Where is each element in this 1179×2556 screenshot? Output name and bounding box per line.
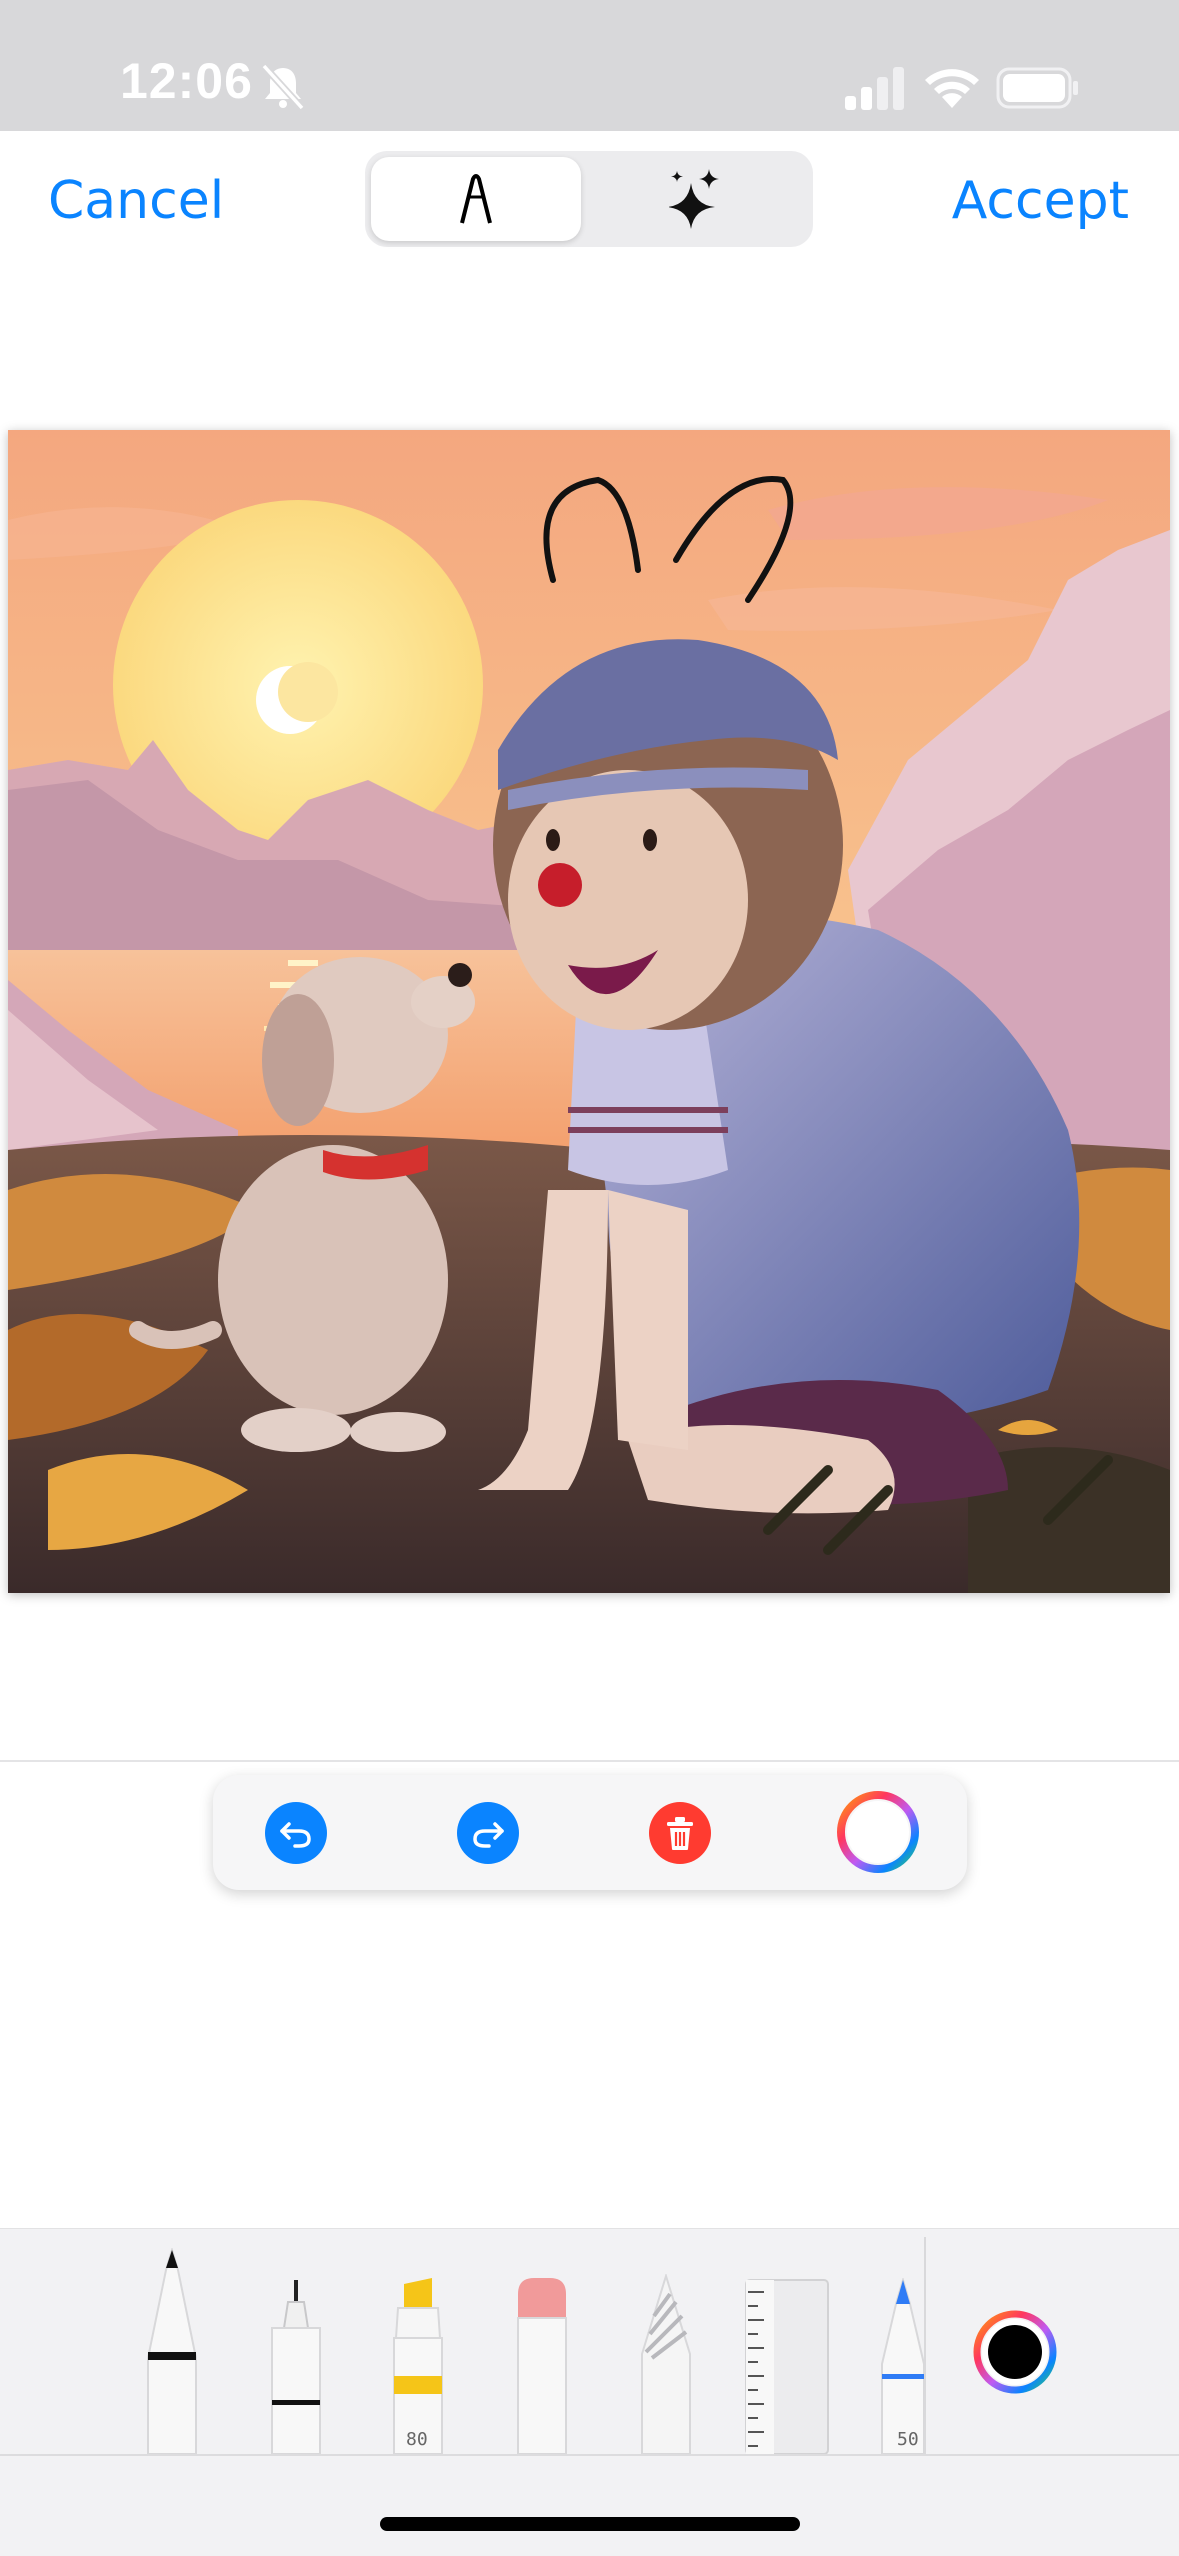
pen-width-label: 50 xyxy=(897,2429,919,2450)
undo-button[interactable] xyxy=(265,1802,327,1864)
tool-palette: 80 50 xyxy=(0,2228,1179,2455)
canvas-divider xyxy=(0,1760,1179,1762)
blue-pen-tool-icon[interactable] xyxy=(880,2278,926,2454)
bell-slash-icon xyxy=(261,63,305,111)
color-ring-icon[interactable] xyxy=(835,1789,921,1875)
status-time: 12:06 xyxy=(120,53,253,109)
delete-button[interactable] xyxy=(649,1802,711,1864)
lasso-tool-icon[interactable] xyxy=(636,2274,696,2454)
photo-canvas[interactable] xyxy=(8,430,1170,1593)
redo-icon xyxy=(473,1822,504,1848)
highlighter-width-label: 80 xyxy=(406,2429,428,2450)
highlighter-tool-icon[interactable] xyxy=(388,2278,448,2454)
redo-button[interactable] xyxy=(457,1802,519,1864)
fineliner-tool-icon[interactable] xyxy=(268,2278,324,2454)
edited-photo[interactable] xyxy=(8,430,1170,1593)
ruler-tool-icon[interactable] xyxy=(744,2278,830,2454)
segment-markup[interactable] xyxy=(371,157,581,241)
cancel-button[interactable]: Cancel xyxy=(48,171,224,231)
wifi-icon xyxy=(925,69,979,108)
trash-icon xyxy=(667,1817,693,1850)
home-bar-area xyxy=(0,2454,1179,2556)
edit-actions-toolbar xyxy=(213,1775,967,1890)
status-bar: 12:06 xyxy=(0,0,1179,131)
accept-button[interactable]: Accept xyxy=(952,171,1129,231)
current-color-swatch[interactable] xyxy=(972,2309,1058,2395)
home-indicator[interactable] xyxy=(380,2517,800,2531)
editor-header: Cancel Accept xyxy=(0,131,1179,261)
segment-magic[interactable] xyxy=(591,157,801,241)
battery-icon xyxy=(996,67,1078,109)
undo-icon xyxy=(280,1822,311,1848)
pen-nib-icon xyxy=(460,174,492,224)
cellular-signal-icon xyxy=(845,67,904,110)
eraser-tool-icon[interactable] xyxy=(512,2274,572,2454)
sparkles-icon xyxy=(669,169,719,229)
palette-separator xyxy=(924,2237,926,2455)
pen-tool-icon[interactable] xyxy=(144,2248,200,2454)
mode-segmented-control xyxy=(365,151,813,247)
